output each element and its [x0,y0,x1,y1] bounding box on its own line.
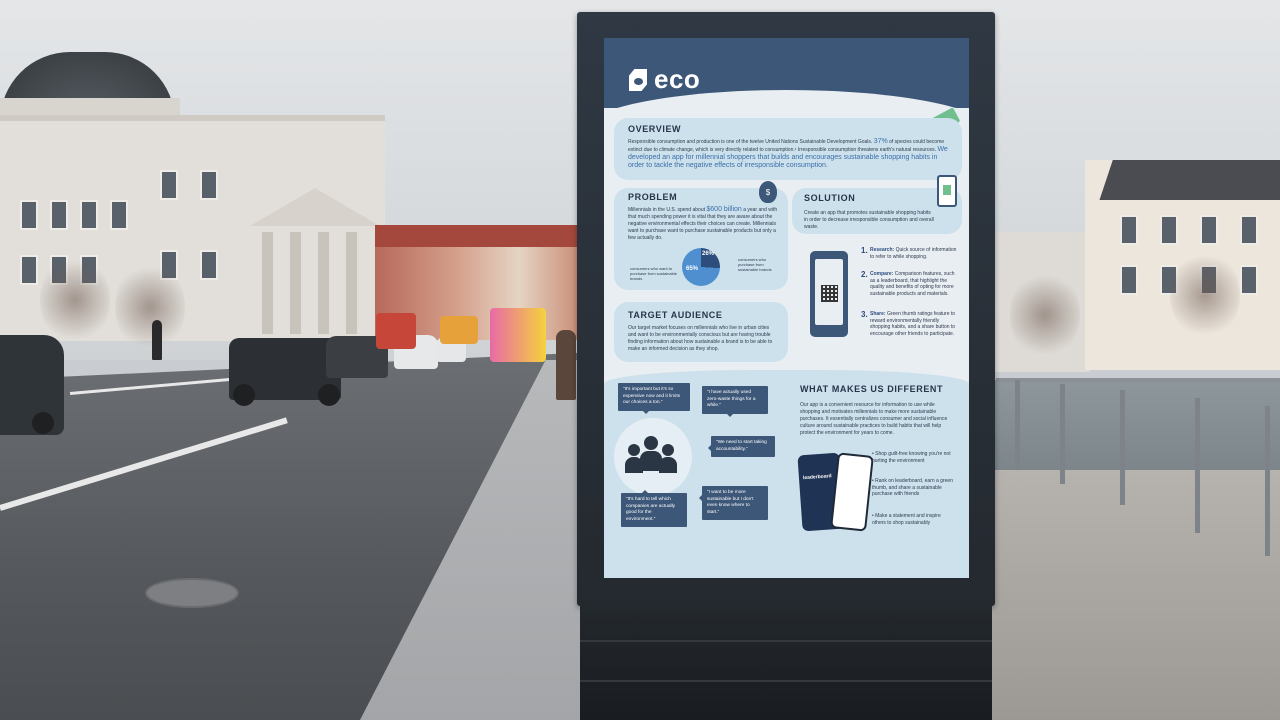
wheel [318,384,340,406]
window [160,170,178,200]
billboard-base-line [580,640,992,642]
billboard-base [580,606,992,720]
railing-post [1195,398,1200,533]
different-text: Our app is a convenient resource for inf… [800,402,948,436]
solution-item-2-label: Compare: [870,271,894,277]
bus-colorful [490,308,546,362]
solution-num-3: 3. [861,310,868,319]
overview-highlight-a: 37% [873,138,888,145]
different-bullet-1: • Shop guilt-free knowing you're not hur… [872,451,951,464]
person-icon [662,444,674,456]
window [110,200,128,230]
overview-text: Responsible consumption and production i… [628,138,948,170]
money-bag-icon: $ [759,181,777,203]
phone-icon [937,175,957,207]
bullet-text: Shop guilt-free knowing you're not hurti… [872,451,951,464]
problem-text-a: Millennials in the U.S. spend about [628,207,705,213]
solution-item-1: Research: Quick source of information to… [870,247,960,260]
tree [1010,270,1080,360]
person-icon [659,457,677,473]
street-scene: eco OVERVIEW Responsible consumption and… [0,0,1280,720]
billboard-base-line [580,680,992,682]
quote-bubble: “It's hard to tell which companies are a… [621,490,687,527]
manhole [145,578,239,608]
quote-bubble: “It's important but it's so expensive no… [618,383,690,413]
pie-note-left: consumers who want to purchase from sust… [630,266,677,281]
window [20,200,38,230]
quote-bubble: “I want to be more sustainable but I don… [699,486,768,520]
window [1240,265,1258,295]
solution-text: Create an app that promotes sustainable … [804,210,934,230]
window [200,170,218,200]
different-title: WHAT MAKES US DIFFERENT [800,384,944,394]
window [1120,265,1138,295]
pie-note-right: consumers who purchase from sustainable … [738,257,772,272]
eco-logo-icon [629,69,647,91]
window [20,255,38,285]
audience-title: TARGET AUDIENCE [628,310,723,320]
app-phone-mockup [810,251,848,337]
railing [996,378,1280,382]
qr-code-icon [821,285,838,302]
window [1160,215,1178,245]
bullet-text: Rank on leaderboard, earn a green thumb,… [872,478,953,497]
column [346,232,357,334]
bus [440,316,478,344]
railing-post [1265,406,1270,556]
tree [40,255,110,345]
problem-highlight: $600 billion [706,206,742,213]
tree [115,262,185,352]
solution-item-2: Compare: Comparison features, such as a … [870,271,960,297]
problem-text: Millennials in the U.S. spend about $600… [628,206,780,242]
row-houses-roof [375,225,580,247]
railing-post [1015,380,1020,470]
solution-num-2: 2. [861,270,868,279]
person-icon [628,444,640,456]
pie-label-large: 65% [686,266,699,272]
eco-poster: eco OVERVIEW Responsible consumption and… [604,38,969,578]
tree [1170,250,1240,340]
wheel [32,412,54,434]
right-building-roof [1099,160,1280,200]
window [200,250,218,280]
pedestrian [152,320,162,360]
audience-text: Our target market focuses on millennials… [628,325,773,352]
solution-item-3-label: Share: [870,311,886,317]
cyclist [556,330,576,400]
solution-item-1-label: Research: [870,247,895,253]
right-pavement [990,470,1280,720]
window [50,200,68,230]
railing-post [1060,384,1065,484]
solution-num-1: 1. [861,246,868,255]
eco-logo-text: eco [654,64,701,94]
window [1200,215,1218,245]
different-bullet-3: • Make a statement and inspire others to… [872,513,941,526]
wheel [233,384,255,406]
pie-label-small: 26% [702,251,715,257]
window [1120,215,1138,245]
bus [376,313,416,349]
column [318,232,329,334]
person-icon [644,436,658,450]
overview-title: OVERVIEW [628,124,682,134]
quote-bubble: “We need to start taking accountability.… [708,436,775,457]
phone-screen [815,259,843,325]
problem-title: PROBLEM [628,192,678,202]
person-icon [625,457,643,473]
overview-text-a: Responsible consumption and production i… [628,139,873,145]
solution-item-3: Share: Green thumb ratings feature to re… [870,311,960,337]
different-bullet-2: • Rank on leaderboard, earn a green thum… [872,478,953,497]
window [80,200,98,230]
window [1240,215,1258,245]
railing-post [1120,390,1125,505]
leaderboard-label: leaderboard [802,473,832,482]
bullet-text: Make a statement and inspire others to s… [872,513,941,526]
column [290,232,301,334]
column [262,232,273,334]
solution-title: SOLUTION [804,193,856,203]
quote-bubble: “I have actually used zero-waste things … [702,386,768,416]
